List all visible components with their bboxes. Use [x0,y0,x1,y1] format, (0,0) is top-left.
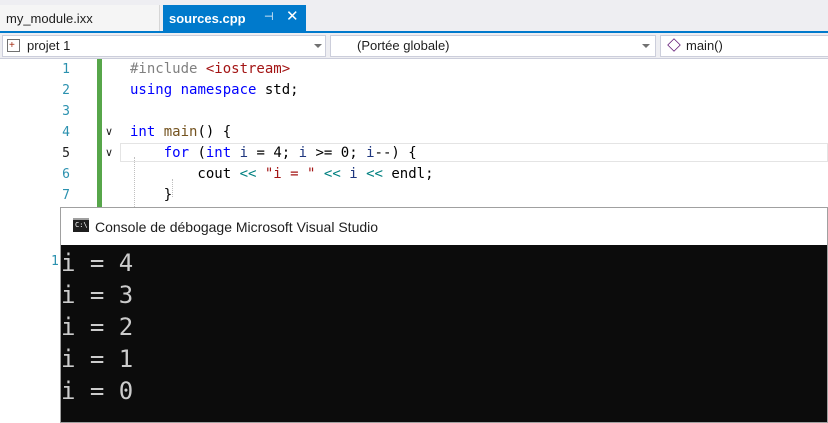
console-output-line: i = 1 [61,345,134,373]
project-icon [7,36,20,56]
code-token: --) { [374,145,417,161]
line-number: 7 [62,188,70,203]
console-title: Console de débogage Microsoft Visual Stu… [95,219,379,235]
code-token: <iostream> [205,61,291,77]
code-token: << [366,166,383,182]
code-line[interactable]: for (int i = 4; i >= 0; i--) { [130,143,417,164]
line-number: 2 [62,83,70,98]
navigation-bar: projet 1 (Portée globale) main() [0,33,828,59]
debug-console-window[interactable]: C:\ Console de débogage Microsoft Visual… [60,207,828,423]
code-token: std; [256,82,299,98]
console-icon: C:\ [73,218,89,232]
chevron-down-icon[interactable] [642,44,650,48]
code-token: i [349,166,358,182]
console-output-line: i = 3 [61,281,134,309]
console-output[interactable]: i = 4 i = 3 i = 2 i = 1 i = 0 [61,245,827,422]
pin-icon[interactable]: ⊣ [264,11,276,23]
code-line[interactable]: } [130,185,172,206]
project-dropdown[interactable]: projet 1 [2,35,326,57]
code-token: i [366,145,375,161]
tab-label: my_module.ixx [6,10,93,26]
line-number: 6 [62,167,70,182]
code-token: << [323,166,341,182]
code-line[interactable]: #include <iostream> [130,59,290,80]
code-line[interactable]: cout << "i = " << i << endl; [130,164,434,185]
chevron-down-icon[interactable]: ∨ [105,126,117,138]
code-token: () { [197,124,232,140]
code-token: #include [130,61,206,77]
scope-dropdown[interactable]: (Portée globale) [330,35,656,57]
code-line[interactable]: using namespace std; [130,80,299,101]
code-token: int [205,145,232,161]
member-dropdown[interactable]: main() [660,35,828,57]
line-number: 4 [62,125,70,140]
code-token: = 4; [248,145,299,161]
line-number: 1 [62,62,70,77]
member-dropdown-value: main() [686,38,723,53]
code-token: ( [189,145,206,161]
code-token: main [163,124,198,140]
tab-sources-cpp[interactable]: sources.cpp ⊣ ✕ [163,5,306,31]
code-token: int [130,124,156,140]
line-number: 3 [62,104,70,119]
code-token: << [239,166,257,182]
change-tracking-bar [97,59,102,209]
line-number-fragment: 1 [51,254,59,269]
cube-icon [667,38,681,52]
code-token: i [298,145,308,161]
code-token: cout [130,166,240,182]
line-number-current: 5 [62,146,70,161]
console-output-line: i = 2 [61,313,134,341]
chevron-down-icon[interactable] [314,44,322,48]
project-dropdown-value: projet 1 [27,38,71,53]
code-token: "i = " [264,166,316,182]
code-token: } [130,187,173,203]
close-icon[interactable]: ✕ [286,9,300,25]
code-token: for [163,145,190,161]
tab-my-module[interactable]: my_module.ixx [0,5,160,31]
console-output-line: i = 4 [61,249,134,277]
code-token: >= 0; [307,145,367,161]
tab-label: sources.cpp [169,10,246,26]
console-output-line: i = 0 [61,377,134,405]
document-tab-strip: my_module.ixx sources.cpp ⊣ ✕ [0,0,828,33]
code-editor[interactable]: 1 2 3 4 5 6 7 ∨ ∨ #include <iostream> usi… [0,59,828,209]
code-token: i [239,145,249,161]
code-token: endl; [382,166,434,182]
scope-dropdown-value: (Portée globale) [357,38,450,53]
code-token: namespace [180,82,257,98]
code-line[interactable]: int main() { [130,122,231,143]
chevron-down-icon[interactable]: ∨ [105,147,117,159]
code-token: using [130,82,173,98]
console-title-bar[interactable]: C:\ Console de débogage Microsoft Visual… [61,208,827,245]
